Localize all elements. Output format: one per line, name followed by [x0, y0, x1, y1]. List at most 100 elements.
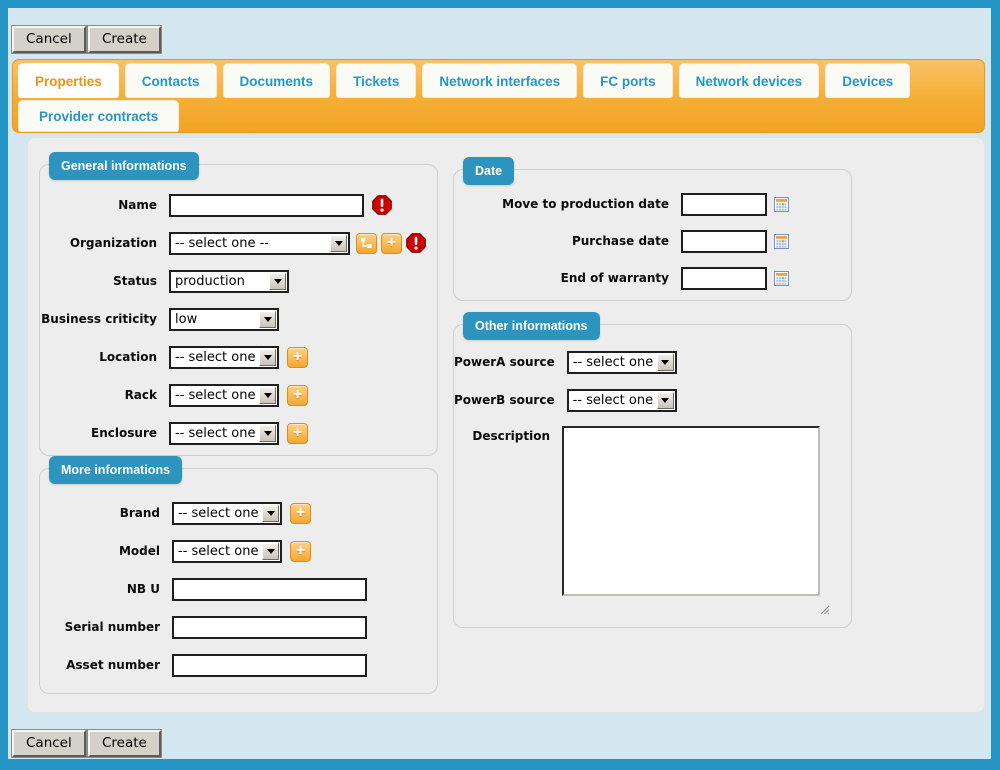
- powera-source-select-value: -- select one --: [569, 353, 656, 372]
- nb-u-input[interactable]: [172, 578, 367, 601]
- enclosure-select-value: -- select one --: [171, 424, 258, 443]
- tab-provider-contracts[interactable]: Provider contracts: [18, 100, 179, 132]
- cancel-button-top[interactable]: Cancel: [12, 26, 86, 53]
- field-row-description: Description: [454, 426, 851, 600]
- asset-number-input[interactable]: [172, 654, 367, 677]
- dropdown-arrow-icon: [657, 392, 674, 409]
- dropdown-arrow-icon: [330, 235, 347, 252]
- dropdown-arrow-icon: [259, 387, 276, 404]
- name-input[interactable]: [169, 194, 364, 217]
- add-enclosure-button[interactable]: +: [287, 423, 308, 444]
- name-label: Name: [40, 198, 157, 212]
- location-select-value: -- select one --: [171, 348, 258, 367]
- tab-band: Properties Contacts Documents Tickets Ne…: [12, 59, 985, 133]
- create-button-top[interactable]: Create: [88, 26, 161, 53]
- end-of-warranty-input[interactable]: [681, 267, 767, 290]
- calendar-icon: [774, 197, 789, 212]
- dropdown-arrow-icon: [262, 543, 279, 560]
- dropdown-arrow-icon: [259, 311, 276, 328]
- powera-source-select[interactable]: -- select one --: [567, 351, 677, 374]
- add-rack-button[interactable]: +: [287, 385, 308, 406]
- business-criticity-select[interactable]: low: [169, 308, 279, 331]
- model-label: Model: [40, 544, 160, 558]
- add-location-button[interactable]: +: [287, 347, 308, 368]
- serial-number-label: Serial number: [40, 620, 160, 634]
- rack-label: Rack: [40, 388, 157, 402]
- enclosure-select[interactable]: -- select one --: [169, 422, 279, 445]
- cancel-button-bottom[interactable]: Cancel: [12, 730, 86, 757]
- powerb-source-label: PowerB source: [454, 393, 555, 407]
- plus-icon: +: [293, 387, 302, 403]
- purchase-date-input[interactable]: [681, 230, 767, 253]
- field-row-asset-number: Asset number: [40, 653, 437, 677]
- brand-select[interactable]: -- select one --: [172, 502, 282, 525]
- enclosure-label: Enclosure: [40, 426, 157, 440]
- section-general-informations: General informations Name Organization -…: [39, 164, 438, 456]
- field-row-end-of-warranty: End of warranty: [454, 266, 851, 290]
- field-row-business-criticity: Business criticity low: [40, 307, 437, 331]
- status-select[interactable]: production: [169, 270, 289, 293]
- end-of-warranty-label: End of warranty: [454, 271, 669, 285]
- field-row-nb-u: NB U: [40, 577, 437, 601]
- section-title-more: More informations: [49, 456, 182, 484]
- tab-row-2: Provider contracts: [18, 100, 984, 132]
- field-row-brand: Brand -- select one -- +: [40, 501, 437, 525]
- tab-fc-ports[interactable]: FC ports: [583, 63, 673, 98]
- rack-select-value: -- select one --: [171, 386, 258, 405]
- status-label: Status: [40, 274, 157, 288]
- add-brand-button[interactable]: +: [290, 503, 311, 524]
- tab-properties[interactable]: Properties: [18, 63, 119, 98]
- create-button-bottom[interactable]: Create: [88, 730, 161, 757]
- calendar-picker-button[interactable]: [774, 197, 789, 212]
- serial-number-input[interactable]: [172, 616, 367, 639]
- tab-network-interfaces[interactable]: Network interfaces: [422, 63, 577, 98]
- calendar-picker-button[interactable]: [774, 271, 789, 286]
- organization-select-value: -- select one --: [171, 234, 329, 253]
- tab-tickets[interactable]: Tickets: [336, 63, 416, 98]
- section-title-date: Date: [463, 157, 514, 185]
- rack-select[interactable]: -- select one --: [169, 384, 279, 407]
- tab-devices[interactable]: Devices: [825, 63, 910, 98]
- dropdown-arrow-icon: [259, 349, 276, 366]
- organization-label: Organization: [40, 236, 157, 250]
- section-more-informations: More informations Brand -- select one --…: [39, 468, 438, 694]
- plus-icon: +: [293, 349, 302, 365]
- status-select-value: production: [171, 272, 268, 291]
- plus-icon: +: [293, 425, 302, 441]
- field-row-location: Location -- select one -- +: [40, 345, 437, 369]
- tab-network-devices[interactable]: Network devices: [679, 63, 820, 98]
- location-label: Location: [40, 350, 157, 364]
- plus-icon: +: [387, 235, 396, 251]
- field-row-powera-source: PowerA source -- select one --: [454, 350, 851, 374]
- field-row-name: Name: [40, 193, 437, 217]
- dropdown-arrow-icon: [657, 354, 674, 371]
- powerb-source-select[interactable]: -- select one --: [567, 389, 677, 412]
- business-criticity-label: Business criticity: [40, 312, 157, 326]
- add-organization-button[interactable]: +: [381, 233, 402, 254]
- section-title-other: Other informations: [463, 312, 600, 340]
- field-row-rack: Rack -- select one -- +: [40, 383, 437, 407]
- organization-select[interactable]: -- select one --: [169, 232, 350, 255]
- field-row-status: Status production: [40, 269, 437, 293]
- location-select[interactable]: -- select one --: [169, 346, 279, 369]
- resize-grip-icon[interactable]: [820, 600, 830, 610]
- tab-documents[interactable]: Documents: [223, 63, 331, 98]
- mandatory-icon: [372, 195, 392, 215]
- powera-source-label: PowerA source: [454, 355, 555, 369]
- calendar-picker-button[interactable]: [774, 234, 789, 249]
- mandatory-icon: [406, 233, 426, 253]
- move-to-production-input[interactable]: [681, 193, 767, 216]
- model-select[interactable]: -- select one --: [172, 540, 282, 563]
- page: Cancel Create Properties Contacts Docume…: [8, 8, 991, 759]
- properties-panel: General informations Name Organization -…: [27, 137, 985, 713]
- organization-hierarchy-button[interactable]: [356, 233, 377, 254]
- powerb-source-select-value: -- select one --: [569, 391, 656, 410]
- tab-contacts[interactable]: Contacts: [125, 63, 217, 98]
- description-textarea[interactable]: [562, 426, 820, 596]
- field-row-purchase-date: Purchase date: [454, 229, 851, 253]
- add-model-button[interactable]: +: [290, 541, 311, 562]
- section-other-informations: Other informations PowerA source -- sele…: [453, 324, 852, 628]
- calendar-icon: [774, 234, 789, 249]
- description-textarea-wrapper: [562, 426, 820, 600]
- field-row-powerb-source: PowerB source -- select one --: [454, 388, 851, 412]
